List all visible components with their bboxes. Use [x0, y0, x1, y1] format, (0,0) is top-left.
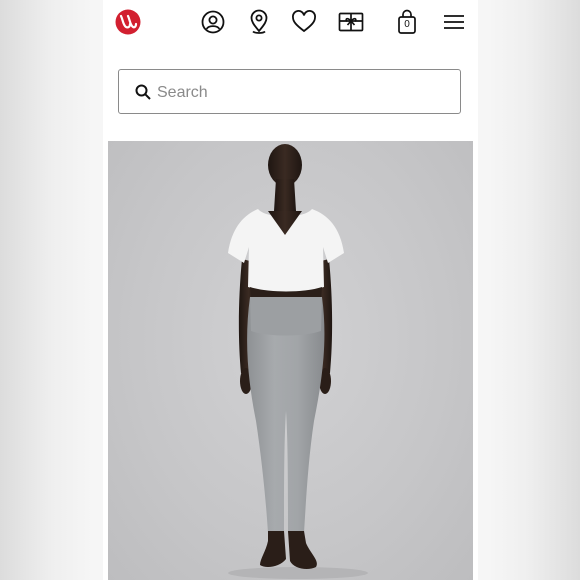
gift-card-icon[interactable] — [336, 7, 366, 37]
bag-icon[interactable]: 0 — [392, 7, 422, 37]
account-icon[interactable] — [198, 7, 228, 37]
model-photo — [228, 144, 368, 579]
search-input[interactable] — [155, 70, 449, 115]
bag-count: 0 — [404, 19, 410, 30]
lululemon-logo[interactable] — [114, 8, 142, 36]
search-icon — [135, 84, 151, 105]
mobile-page: 0 — [103, 0, 478, 580]
menu-icon[interactable] — [439, 7, 469, 37]
wishlist-icon[interactable] — [289, 7, 319, 37]
store-locator-icon[interactable] — [244, 7, 274, 37]
site-header: 0 — [103, 0, 478, 48]
hero-image[interactable] — [108, 141, 473, 580]
search-box[interactable] — [118, 69, 461, 115]
